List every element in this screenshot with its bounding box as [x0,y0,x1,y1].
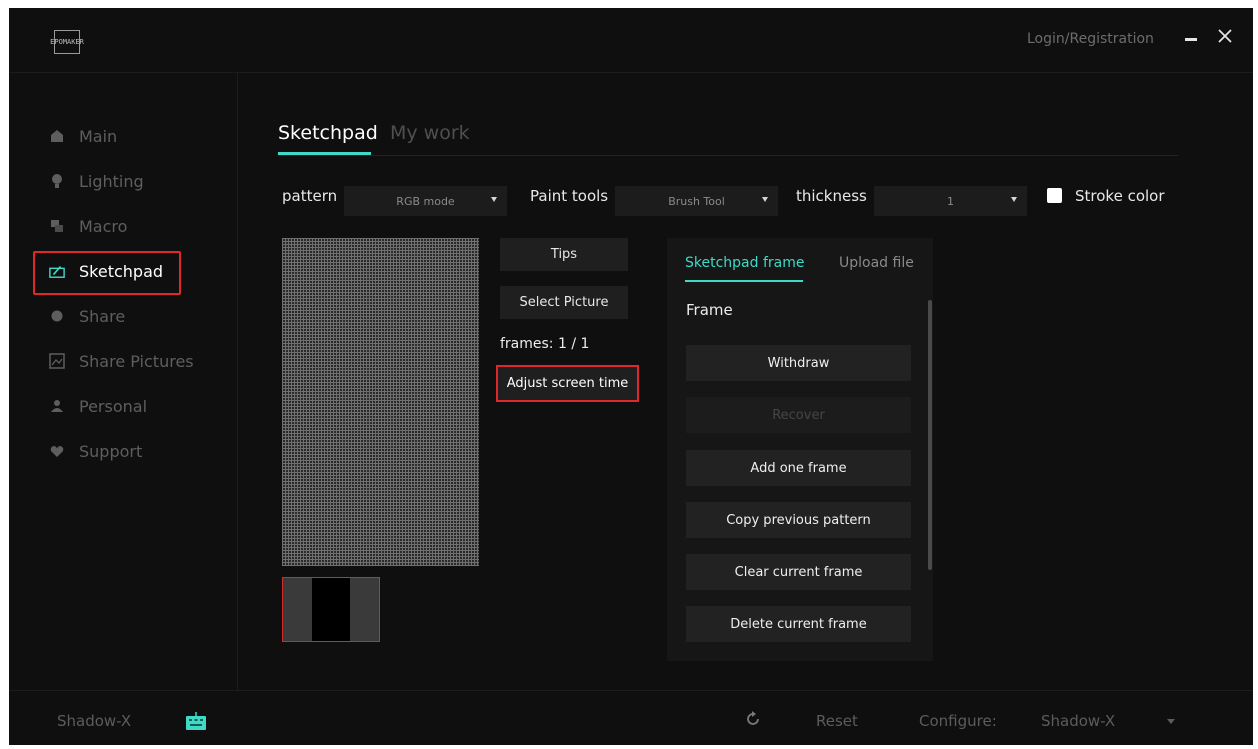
close-icon[interactable] [1215,26,1235,46]
tab-my-work[interactable]: My work [390,122,470,144]
configure-label: Configure: [919,712,997,730]
frame-heading: Frame [686,301,733,319]
pattern-label: pattern [282,187,338,205]
logo-text: EPOMAKER [50,37,84,46]
tab-sketchpad-frame[interactable]: Sketchpad frame [685,255,805,271]
picture-icon [49,353,65,369]
refresh-icon[interactable] [745,711,761,727]
app-window: EPOMAKER Login/Registration Main Lightin… [9,8,1253,745]
sidebar-item-personal[interactable]: Personal [49,394,147,418]
minimize-icon[interactable] [1185,38,1197,41]
stroke-color-checkbox[interactable] [1047,188,1062,203]
frame-panel: Sketchpad frame Upload file Frame Withdr… [667,238,933,661]
logo: EPOMAKER [50,30,84,54]
frames-counter: frames: 1 / 1 [500,336,590,352]
sidebar-item-share[interactable]: Share [49,304,125,328]
frame-thumbnail[interactable] [282,577,380,642]
sidebar-item-label: Share Pictures [79,351,194,371]
thickness-label: thickness [796,187,867,205]
share-icon [49,308,65,324]
sketchpad-canvas[interactable] [282,238,479,566]
login-registration-link[interactable]: Login/Registration [1027,31,1154,47]
sidebar-item-macro[interactable]: Macro [49,214,127,238]
panel-tab-indicator [685,280,803,282]
person-icon [49,398,65,414]
pattern-value: RGB mode [396,194,455,208]
sidebar-item-label: Main [79,126,118,146]
stroke-color-label: Stroke color [1075,187,1165,205]
pattern-dropdown[interactable]: RGB mode [344,186,507,216]
panel-scrollbar[interactable] [928,300,932,570]
footer-divider [9,690,1253,691]
home-icon [49,128,65,144]
sketchpad-highlight-box [33,251,181,295]
sidebar-item-lighting[interactable]: Lighting [49,169,144,193]
device-name: Shadow-X [57,712,132,730]
configure-dropdown[interactable]: Shadow-X [1041,712,1115,730]
recover-button[interactable]: Recover [686,397,911,433]
bulb-icon [49,173,65,189]
add-one-frame-button[interactable]: Add one frame [686,450,911,486]
keyboard-icon[interactable] [185,710,207,732]
heart-icon [49,443,65,459]
thickness-dropdown[interactable]: 1 [874,186,1027,216]
sidebar-item-label: Macro [79,216,128,236]
withdraw-button[interactable]: Withdraw [686,345,911,381]
sidebar-item-label: Personal [79,396,148,416]
select-picture-button[interactable]: Select Picture [500,286,628,319]
thickness-value: 1 [947,194,954,208]
sidebar-item-support[interactable]: Support [49,439,142,463]
delete-current-frame-button[interactable]: Delete current frame [686,606,911,642]
macro-icon [49,218,65,234]
tab-divider [278,155,1178,156]
sidebar-item-main[interactable]: Main [49,124,117,148]
frame-thumbnail-preview [312,578,350,641]
adjust-screen-time-button[interactable]: Adjust screen time [496,365,639,402]
paint-tools-value: Brush Tool [668,194,725,208]
tab-upload-file[interactable]: Upload file [839,255,914,271]
tips-button[interactable]: Tips [500,238,628,271]
copy-previous-pattern-button[interactable]: Copy previous pattern [686,502,911,538]
sidebar-item-label: Share [79,306,126,326]
sidebar-divider [237,72,238,690]
paint-tools-label: Paint tools [530,187,609,205]
chevron-down-icon [491,197,497,202]
chevron-down-icon [762,197,768,202]
title-divider [9,72,1253,73]
reset-button[interactable]: Reset [816,712,858,730]
sidebar-item-label: Lighting [79,171,144,191]
sidebar-item-share-pictures[interactable]: Share Pictures [49,349,194,373]
paint-tools-dropdown[interactable]: Brush Tool [615,186,778,216]
chevron-down-icon [1011,197,1017,202]
clear-current-frame-button[interactable]: Clear current frame [686,554,911,590]
sidebar-item-label: Support [79,441,143,461]
chevron-down-icon[interactable] [1167,719,1175,724]
tab-sketchpad[interactable]: Sketchpad [278,122,378,144]
